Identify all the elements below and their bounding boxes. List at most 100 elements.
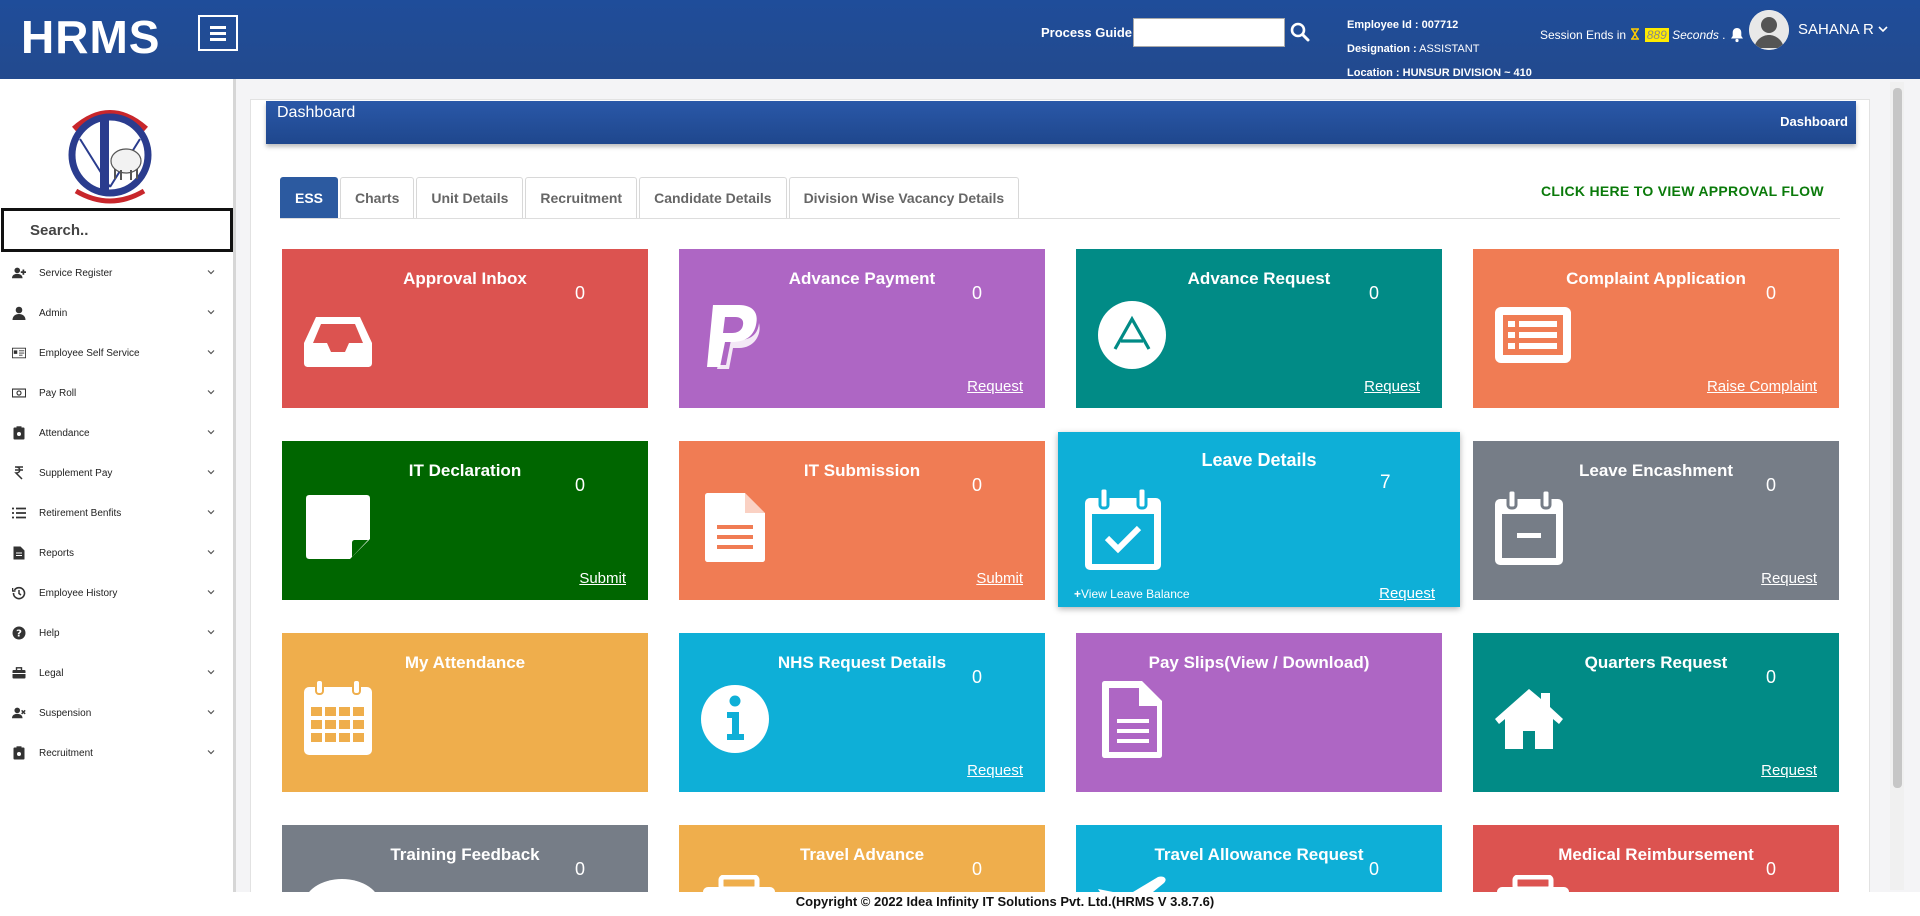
chevron-down-icon [207, 750, 215, 755]
tile-title: Quarters Request [1584, 653, 1728, 672]
scrollbar-thumb[interactable] [1893, 88, 1902, 788]
user-avatar-icon [1749, 10, 1789, 50]
tile-travel-advance[interactable]: Travel Advance 0 [679, 825, 1045, 892]
sidebar-item-reports[interactable]: Reports [0, 533, 233, 573]
tile-title: Pay Slips(View / Download) [1148, 653, 1370, 672]
tab-candidate-details[interactable]: Candidate Details [639, 177, 787, 218]
tab-ess[interactable]: ESS [280, 177, 339, 218]
sidebar-item-admin[interactable]: Admin [0, 293, 233, 333]
sidebar-item-attendance[interactable]: Attendance [0, 413, 233, 453]
sidebar-item-help[interactable]: ? Help [0, 613, 233, 653]
sidebar-item-label: Employee History [39, 587, 118, 599]
sidebar-item-service-register[interactable]: Service Register [0, 253, 233, 293]
tile-it-declaration[interactable]: IT Declaration 0 Submit [282, 441, 648, 600]
tile-advance-payment[interactable]: Advance Payment 0 Request [679, 249, 1045, 408]
request-link[interactable]: Request [967, 378, 1023, 395]
tile-title: Travel Allowance Request [1154, 845, 1364, 864]
tile-count: 0 [1369, 283, 1380, 303]
tile-title: Travel Advance [799, 845, 925, 864]
file-text-icon [705, 493, 765, 562]
tile-leave-encashment[interactable]: Leave Encashment 0 Request [1473, 441, 1839, 600]
chevron-down-icon [207, 470, 215, 475]
id-card-icon [12, 347, 26, 359]
chevron-down-icon [207, 510, 215, 515]
tile-count: 0 [972, 859, 983, 879]
session-dot: . [1722, 28, 1726, 42]
tile-training-feedback[interactable]: Training Feedback 0 [282, 825, 648, 892]
sidebar-item-pay-roll[interactable]: Pay Roll [0, 373, 233, 413]
chevron-down-icon [207, 390, 215, 395]
tile-advance-request[interactable]: Advance Request 0 Request [1076, 249, 1442, 408]
paypal-icon [707, 305, 760, 369]
sidebar-item-label: Service Register [39, 267, 113, 279]
tile-title: IT Submission [803, 461, 921, 480]
info-circle-icon [701, 685, 769, 753]
session-count: 889 [1644, 28, 1669, 42]
tile-count: 0 [1766, 667, 1777, 687]
employee-id-label: Employee Id : [1347, 19, 1419, 31]
question-icon: ? [12, 626, 26, 640]
employee-info: Employee Id : 007712 Designation : ASSIS… [1347, 13, 1532, 85]
tile-complaint-application[interactable]: Complaint Application 0 Raise Complaint [1473, 249, 1839, 408]
sidebar-item-recruitment[interactable]: Recruitment [0, 733, 233, 773]
request-link[interactable]: Request [1761, 570, 1817, 587]
sidebar-search-input[interactable] [1, 208, 233, 252]
username[interactable]: SAHANA R [1798, 21, 1874, 38]
location: HUNSUR DIVISION ~ 410 [1402, 67, 1532, 79]
request-link[interactable]: Request [1379, 585, 1435, 602]
list-icon [12, 507, 26, 519]
tab-charts[interactable]: Charts [340, 177, 415, 218]
process-guide-input[interactable] [1133, 18, 1285, 47]
tile-count: 0 [972, 475, 983, 495]
designation: ASSISTANT [1419, 43, 1480, 55]
tile-nhs-request-details[interactable]: NHS Request Details 0 Request [679, 633, 1045, 792]
submit-link[interactable]: Submit [579, 570, 626, 587]
breadcrumb-current[interactable]: Dashboard [1780, 114, 1848, 129]
sidebar-item-employee-history[interactable]: Employee History [0, 573, 233, 613]
bell-icon[interactable] [1729, 27, 1745, 43]
chevron-down-icon [207, 550, 215, 555]
chevron-down-icon [207, 670, 215, 675]
tile-travel-allowance-request[interactable]: Travel Allowance Request 0 [1076, 825, 1442, 892]
raise-complaint-link[interactable]: Raise Complaint [1707, 378, 1817, 395]
tile-pay-slips[interactable]: Pay Slips(View / Download) [1076, 633, 1442, 792]
tile-approval-inbox[interactable]: Approval Inbox 0 [282, 249, 648, 408]
menu-toggle-button[interactable] [198, 15, 238, 51]
location-label: Location : [1347, 67, 1400, 79]
sidebar-item-label: Help [39, 627, 60, 639]
tile-quarters-request[interactable]: Quarters Request 0 Request [1473, 633, 1839, 792]
money-icon [12, 388, 26, 398]
sidebar: Service Register Admin Employee Self Ser… [0, 79, 236, 916]
home-icon [1495, 689, 1563, 749]
tile-title: Leave Details [1201, 450, 1317, 470]
request-link[interactable]: Request [1761, 762, 1817, 779]
tile-count: 0 [1766, 859, 1777, 879]
plus-icon: + [1074, 587, 1082, 601]
sidebar-item-label: Employee Self Service [39, 347, 140, 359]
approval-flow-link[interactable]: CLICK HERE TO VIEW APPROVAL FLOW [1541, 183, 1824, 199]
tab-recruitment[interactable]: Recruitment [525, 177, 638, 218]
tile-it-submission[interactable]: IT Submission 0 Submit [679, 441, 1045, 600]
tab-division-wise-vacancy-details[interactable]: Division Wise Vacancy Details [788, 177, 1020, 218]
calendar-grid-icon [304, 679, 372, 755]
tile-title: Advance Payment [788, 269, 936, 288]
tile-leave-details[interactable]: Leave Details 7 +View Leave Balance Requ… [1058, 432, 1460, 607]
search-icon[interactable] [1290, 21, 1310, 43]
submit-link[interactable]: Submit [976, 570, 1023, 587]
chevron-down-icon[interactable] [1877, 24, 1889, 34]
file-icon [13, 546, 25, 560]
request-link[interactable]: Request [967, 762, 1023, 779]
request-link[interactable]: Request [1364, 378, 1420, 395]
user-icon [12, 306, 26, 320]
tile-my-attendance[interactable]: My Attendance [282, 633, 648, 792]
sidebar-item-suspension[interactable]: Suspension [0, 693, 233, 733]
sidebar-item-label: Admin [39, 307, 68, 319]
sidebar-item-legal[interactable]: Legal [0, 653, 233, 693]
view-leave-balance-link[interactable]: +View Leave Balance [1074, 587, 1190, 601]
tile-medical-reimbursement[interactable]: Medical Reimbursement 0 [1473, 825, 1839, 892]
sidebar-item-employee-self-service[interactable]: Employee Self Service [0, 333, 233, 373]
avatar[interactable] [1749, 10, 1789, 50]
sidebar-item-supplement-pay[interactable]: Supplement Pay [0, 453, 233, 493]
tab-unit-details[interactable]: Unit Details [416, 177, 524, 218]
sidebar-item-retirement-benfits[interactable]: Retirement Benfits [0, 493, 233, 533]
